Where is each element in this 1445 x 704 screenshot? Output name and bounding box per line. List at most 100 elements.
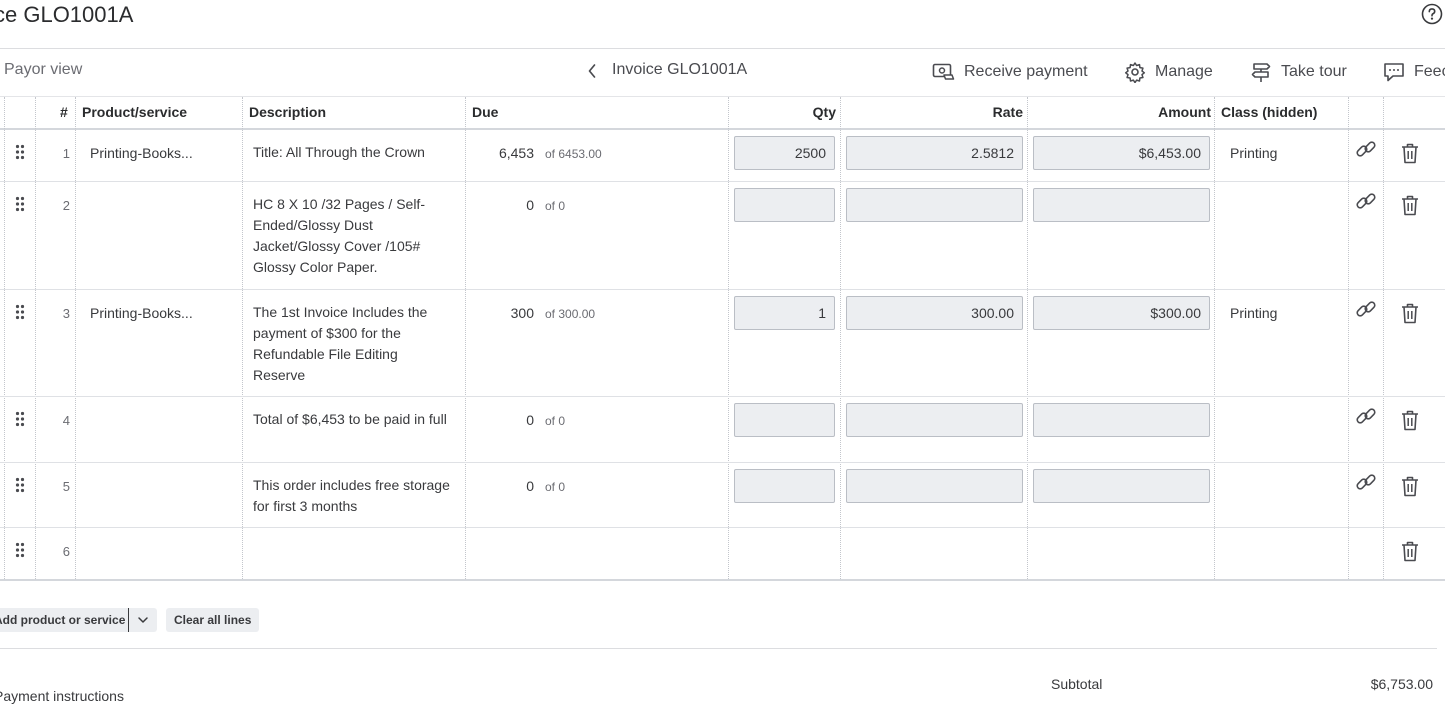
header-amount: Amount	[1158, 104, 1211, 120]
rate-input[interactable]	[846, 188, 1023, 222]
row-number: 1	[62, 146, 70, 161]
rate-input[interactable]: 300.00	[846, 296, 1023, 330]
trash-icon[interactable]	[1401, 302, 1419, 324]
chevron-left-icon[interactable]	[584, 60, 600, 82]
qty-input[interactable]	[734, 469, 835, 503]
payor-view-link[interactable]: Payor view	[4, 61, 82, 79]
chat-bubble-icon	[1384, 63, 1404, 82]
header-rate: Rate	[992, 104, 1023, 120]
rate-input[interactable]	[846, 403, 1023, 437]
table-row[interactable]: 4 Total of $6,453 to be paid in full 0 o…	[0, 397, 1445, 463]
due-value[interactable]: 0	[470, 197, 534, 213]
feedback-label: Feec	[1414, 63, 1445, 80]
feedback-button[interactable]: Feec	[1383, 60, 1445, 84]
receive-payment-label: Receive payment	[964, 63, 1088, 80]
subtotal-value: $6,753.00	[1370, 676, 1433, 692]
header-class: Class (hidden)	[1221, 104, 1318, 120]
due-of: of 0	[545, 199, 566, 213]
drag-handle-icon[interactable]	[15, 304, 25, 320]
section-divider	[0, 648, 1437, 649]
drag-handle-icon[interactable]	[15, 477, 25, 493]
help-icon[interactable]	[1421, 3, 1443, 25]
link-icon[interactable]	[1355, 405, 1377, 427]
qty-input[interactable]	[734, 188, 835, 222]
description-cell[interactable]: Total of $6,453 to be paid in full	[253, 409, 453, 430]
link-icon[interactable]	[1355, 298, 1377, 320]
chevron-down-icon	[138, 617, 148, 623]
qty-input[interactable]	[734, 403, 835, 437]
drag-handle-icon[interactable]	[15, 542, 25, 558]
table-row[interactable]: 3 Printing-Books... The 1st Invoice Incl…	[0, 290, 1445, 397]
table-row[interactable]: 2 HC 8 X 10 /32 Pages / Self-Ended/Gloss…	[0, 182, 1445, 290]
drag-handle-icon[interactable]	[15, 411, 25, 427]
link-icon[interactable]	[1355, 190, 1377, 212]
amount-input[interactable]: $6,453.00	[1033, 136, 1210, 170]
clear-all-lines-button[interactable]: Clear all lines	[166, 608, 260, 632]
add-product-dropdown[interactable]	[128, 608, 157, 632]
due-of: of 0	[545, 414, 566, 428]
due-of: of 0	[545, 480, 566, 494]
header-num: #	[60, 104, 68, 120]
trash-icon[interactable]	[1401, 142, 1419, 164]
class-cell[interactable]: Printing	[1230, 305, 1277, 321]
table-row[interactable]: 6	[0, 528, 1445, 579]
payment-instructions-label: Payment instructions	[0, 688, 124, 704]
signpost-icon	[1251, 63, 1271, 82]
header-description: Description	[249, 104, 327, 120]
due-value[interactable]: 0	[470, 412, 534, 428]
amount-input[interactable]	[1033, 469, 1210, 503]
rate-input[interactable]: 2.5812	[846, 136, 1023, 170]
drag-handle-icon[interactable]	[15, 196, 25, 212]
header-qty: Qty	[812, 104, 836, 120]
product-cell[interactable]: Printing-Books...	[90, 145, 193, 161]
row-number: 2	[62, 198, 70, 213]
due-value[interactable]: 300	[470, 305, 534, 321]
trash-icon[interactable]	[1401, 475, 1419, 497]
row-number: 6	[62, 544, 70, 559]
due-value[interactable]: 0	[470, 478, 534, 494]
trash-icon[interactable]	[1401, 409, 1419, 431]
header-product: Product/service	[82, 104, 188, 120]
take-tour-button[interactable]: Take tour	[1250, 60, 1347, 84]
add-product-button[interactable]: Add product or service	[0, 608, 133, 632]
due-value[interactable]: 6,453	[470, 145, 534, 161]
drag-handle-icon[interactable]	[15, 144, 25, 160]
description-cell[interactable]: Title: All Through the Crown	[253, 142, 453, 163]
due-of: of 300.00	[545, 307, 596, 321]
product-cell[interactable]: Printing-Books...	[90, 305, 193, 321]
table-row[interactable]: 5 This order includes free storage for f…	[0, 463, 1445, 528]
receive-payment-icon	[932, 63, 955, 80]
subtotal-label: Subtotal	[1051, 676, 1103, 692]
table-header: # Product/service Description Due Qty Ra…	[0, 97, 1445, 130]
gear-icon	[1124, 62, 1146, 83]
due-of: of 6453.00	[545, 147, 602, 161]
receive-payment-button[interactable]: Receive payment	[932, 60, 1088, 84]
description-cell[interactable]: HC 8 X 10 /32 Pages / Self-Ended/Glossy …	[253, 194, 453, 278]
link-icon[interactable]	[1355, 138, 1377, 160]
trash-icon[interactable]	[1401, 540, 1419, 562]
manage-button[interactable]: Manage	[1124, 60, 1213, 84]
invoice-nav-label: Invoice GLO1001A	[612, 61, 748, 78]
amount-input[interactable]: $300.00	[1033, 296, 1210, 330]
header-due: Due	[472, 104, 499, 120]
take-tour-label: Take tour	[1281, 63, 1347, 80]
row-number: 3	[62, 306, 70, 321]
row-number: 5	[62, 479, 70, 494]
amount-input[interactable]	[1033, 188, 1210, 222]
link-icon[interactable]	[1355, 471, 1377, 493]
qty-input[interactable]: 2500	[734, 136, 835, 170]
description-cell[interactable]: The 1st Invoice Includes the payment of …	[253, 302, 453, 386]
toolbar: Payor view Invoice GLO1001A Receive paym…	[0, 50, 1445, 96]
table-row[interactable]: 1 Printing-Books... Title: All Through t…	[0, 130, 1445, 182]
qty-input[interactable]: 1	[734, 296, 835, 330]
amount-input[interactable]	[1033, 403, 1210, 437]
row-number: 4	[62, 413, 70, 428]
class-cell[interactable]: Printing	[1230, 145, 1277, 161]
table-bottom-border	[0, 579, 1445, 581]
manage-label: Manage	[1155, 63, 1213, 80]
trash-icon[interactable]	[1401, 194, 1419, 216]
rate-input[interactable]	[846, 469, 1023, 503]
header-divider	[0, 48, 1445, 49]
description-cell[interactable]: This order includes free storage for fir…	[253, 475, 453, 517]
page-title: ce GLO1001A	[0, 2, 134, 27]
